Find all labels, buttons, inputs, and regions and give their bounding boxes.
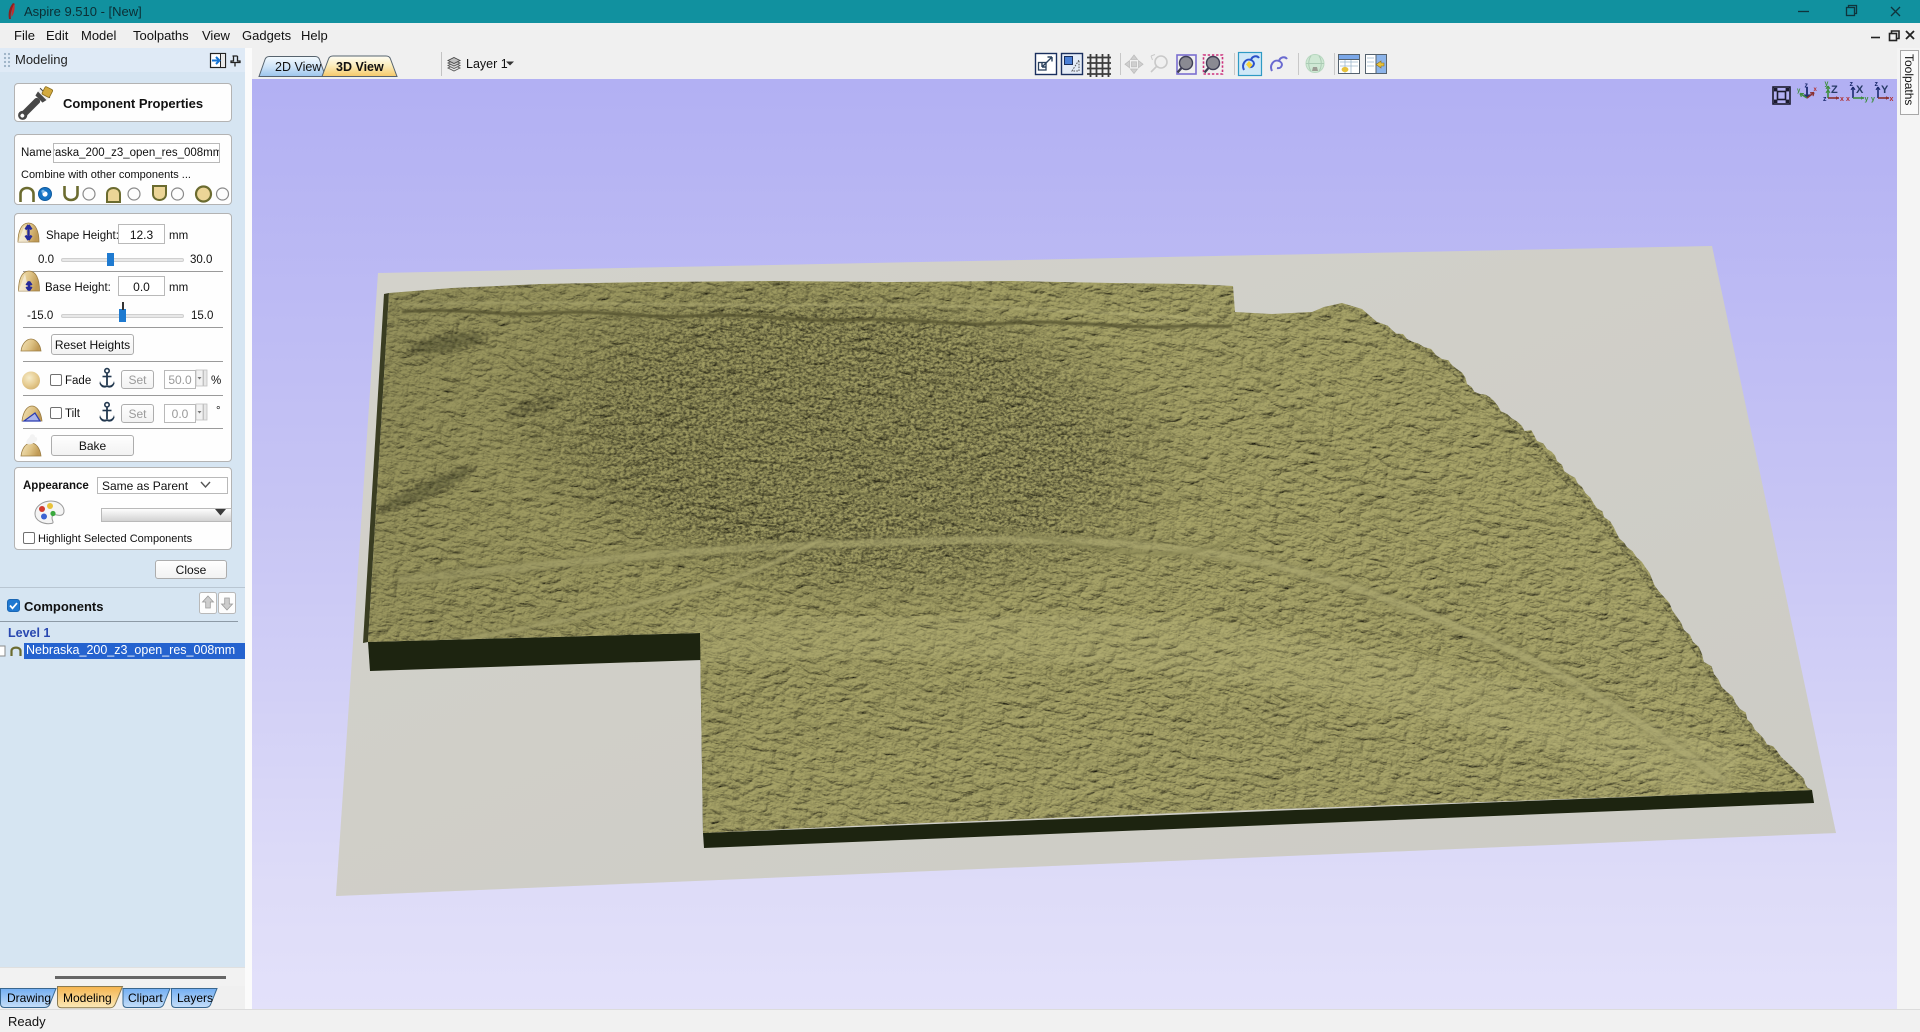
- svg-text:Layer 1: Layer 1: [466, 57, 508, 71]
- svg-text:x: x: [1840, 96, 1844, 103]
- svg-text:2D View: 2D View: [275, 60, 322, 74]
- svg-text:3D View: 3D View: [336, 60, 384, 74]
- svg-text:X: X: [1856, 84, 1864, 96]
- svg-text:Clipart: Clipart: [128, 991, 163, 1005]
- svg-text:z: z: [1805, 83, 1809, 90]
- svg-text:Modeling: Modeling: [63, 991, 112, 1005]
- svg-text:Layers: Layers: [177, 991, 213, 1005]
- svg-text:z: z: [1875, 81, 1879, 88]
- svg-text:x: x: [1890, 96, 1894, 103]
- svg-text:z: z: [1823, 96, 1827, 103]
- svg-text:z: z: [1850, 81, 1854, 88]
- svg-text:y: y: [1825, 81, 1829, 88]
- svg-text:x: x: [1846, 96, 1850, 103]
- svg-text:y: y: [1871, 96, 1875, 103]
- svg-text:Z: Z: [1831, 84, 1838, 96]
- svg-text:Drawing: Drawing: [7, 991, 51, 1005]
- svg-text:x: x: [1814, 87, 1818, 93]
- svg-text:Y: Y: [1881, 84, 1889, 96]
- svg-text:y: y: [1865, 96, 1869, 103]
